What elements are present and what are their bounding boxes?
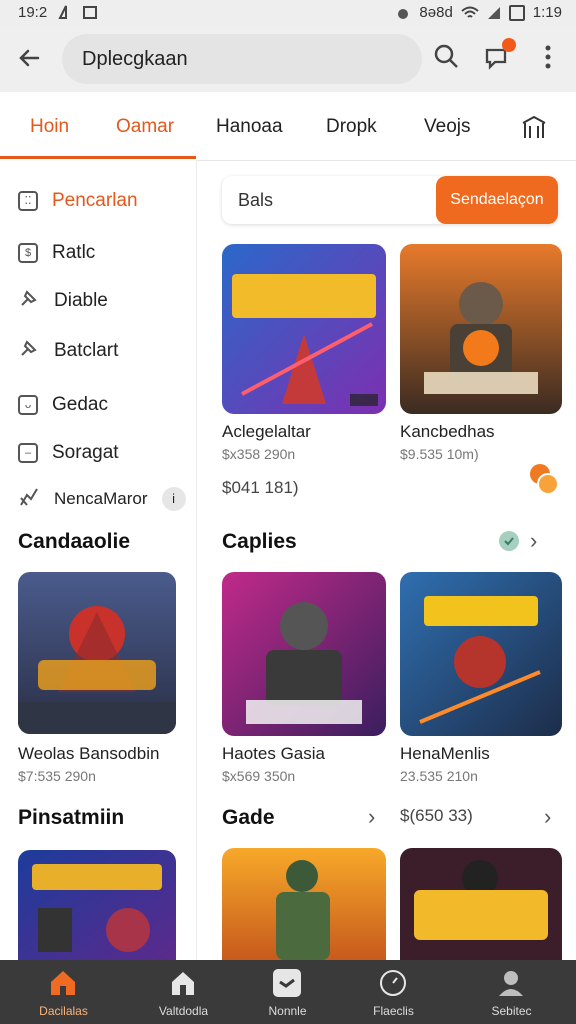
nav-item-friends[interactable]: Flaeclis bbox=[336, 960, 451, 1024]
sidebar-item-pencarlan[interactable]: ⁚⁚ Pencarlan bbox=[18, 186, 138, 216]
gade-price: $(650 33) bbox=[400, 806, 473, 825]
search-placeholder: Bals bbox=[238, 190, 274, 210]
section-title-candaaolie: Candaaolie bbox=[18, 530, 131, 553]
status-time: 19:2 bbox=[18, 4, 48, 21]
status-clock: 1:19 bbox=[532, 4, 562, 21]
game-thumbnail-card4[interactable] bbox=[400, 572, 562, 736]
sidebar-item-label: Pencarlan bbox=[52, 190, 138, 211]
status-network-text: 8ə8d bbox=[419, 4, 453, 21]
notification-icons bbox=[58, 4, 98, 24]
chevron-right-icon[interactable]: › bbox=[530, 528, 537, 554]
game-price: $7:535 290n bbox=[18, 768, 96, 784]
nav-label: Nonnle bbox=[268, 1004, 307, 1018]
tab-veojs[interactable]: Veojs bbox=[424, 116, 470, 138]
notification-bell-icon[interactable] bbox=[480, 38, 516, 74]
search-text: Dplecgkaan bbox=[82, 48, 188, 70]
back-arrow-icon[interactable] bbox=[16, 44, 44, 72]
sidebar-item-label: NencaMaror bbox=[54, 489, 148, 508]
tab-dropk[interactable]: Dropk bbox=[326, 116, 377, 138]
nav-item-home[interactable]: Dacilalas bbox=[6, 960, 121, 1024]
tag-icon: $ bbox=[18, 243, 38, 263]
sidebar-item-label: Diable bbox=[54, 290, 108, 311]
sidebar-item-soragat[interactable]: – Soragat bbox=[18, 438, 119, 468]
section-title-caplies: Caplies bbox=[222, 530, 297, 553]
sidebar: ⁚⁚ Pencarlan $ Ratlc Diable Batclart ᴗ G… bbox=[0, 160, 197, 960]
coin-icon bbox=[528, 462, 560, 501]
sidebar-item-diable[interactable]: Diable bbox=[18, 286, 108, 316]
signal-icon bbox=[487, 6, 500, 19]
card-subtitle: $x569 350n bbox=[222, 768, 296, 784]
card-price: $041 181) bbox=[222, 478, 299, 497]
search-icon[interactable] bbox=[430, 40, 464, 74]
card-subtitle: $x358 290n bbox=[222, 446, 296, 462]
bottom-navigation: Dacilalas Valtdodla Nonnle Flaeclis Sebi… bbox=[0, 960, 576, 1024]
game-thumbnail-card6[interactable] bbox=[400, 848, 562, 960]
card-title: Haotes Gasia bbox=[222, 744, 325, 763]
sidebar-item-batclart[interactable]: Batclart bbox=[18, 336, 118, 366]
tab-oamar[interactable]: Oamar bbox=[116, 116, 174, 138]
app-bar: Dplecgkaan bbox=[0, 26, 576, 92]
sidebar-item-label: Ratlc bbox=[52, 242, 96, 263]
sidebar-item-gedac[interactable]: ᴗ Gedac bbox=[18, 390, 108, 420]
nav-label: Valtdodla bbox=[158, 1004, 209, 1018]
building-icon bbox=[168, 968, 198, 998]
game-thumbnail-card1[interactable] bbox=[222, 244, 386, 414]
nav-item-profile[interactable]: Sebitec bbox=[454, 960, 569, 1024]
nav-item-library[interactable]: Valtdodla bbox=[126, 960, 241, 1024]
bug-icon bbox=[398, 8, 409, 19]
profile-icon bbox=[496, 968, 526, 998]
chevron-right-icon[interactable]: › bbox=[368, 804, 375, 830]
card-subtitle: $9.535 10m) bbox=[400, 446, 479, 462]
info-icon[interactable]: i bbox=[161, 487, 186, 511]
card-subtitle: 23.535 210n bbox=[400, 768, 478, 784]
tab-hanoaa[interactable]: Hanoaa bbox=[216, 116, 283, 138]
tab-bar: Hoin Oamar Hanoaa Dropk Veojs bbox=[0, 92, 576, 161]
battery-icon bbox=[508, 4, 525, 21]
notification-badge bbox=[502, 38, 516, 52]
wifi-icon bbox=[461, 6, 479, 18]
game-thumbnail-anker-eadas[interactable] bbox=[18, 572, 176, 734]
chevron-right-icon[interactable]: › bbox=[544, 804, 551, 830]
nav-label: Sebitec bbox=[491, 1004, 532, 1018]
nav-label: Dacilalas bbox=[39, 1004, 88, 1018]
section-title-pinsatmiin: Pinsatmiin bbox=[18, 806, 125, 829]
nav-label: Flaeclis bbox=[373, 1004, 414, 1018]
main-search-field[interactable]: Bals Sendaelaçon bbox=[222, 176, 558, 224]
bolt-icon bbox=[18, 486, 40, 513]
card-title: HenaMenlis bbox=[400, 744, 490, 763]
face-icon: ᴗ bbox=[18, 395, 38, 415]
card-title: Kancbedhas bbox=[400, 422, 495, 441]
search-button[interactable]: Sendaelaçon bbox=[436, 176, 558, 224]
more-options-icon[interactable] bbox=[532, 40, 566, 74]
card-title: Aclegelaltar bbox=[222, 422, 311, 441]
check-icon[interactable] bbox=[498, 530, 520, 557]
home-icon bbox=[48, 968, 78, 998]
game-thumbnail-card3[interactable] bbox=[222, 572, 386, 736]
clock-icon bbox=[378, 968, 408, 998]
nav-item-games[interactable]: Nonnle bbox=[230, 960, 345, 1024]
sidebar-item-ratlc[interactable]: $ Ratlc bbox=[18, 238, 95, 268]
active-tab-underline bbox=[0, 156, 196, 159]
sidebar-item-label: Gedac bbox=[52, 394, 108, 415]
status-right: 8ə8d 1:19 bbox=[395, 4, 562, 21]
game-thumbnail-mekuaic[interactable] bbox=[18, 850, 176, 960]
sidebar-item-nencamaror[interactable]: NencaMaror i bbox=[18, 484, 186, 514]
sidebar-item-label: Soragat bbox=[52, 442, 119, 463]
game-thumbnail-card5[interactable] bbox=[222, 848, 386, 960]
grid-icon: ⁚⁚ bbox=[18, 191, 38, 211]
game-title: Weolas Bansodbin bbox=[18, 744, 160, 763]
notification-icon bbox=[58, 5, 97, 19]
section-title-gade: Gade bbox=[222, 806, 275, 829]
gamepad-icon bbox=[272, 968, 302, 998]
minus-box-icon: – bbox=[18, 443, 38, 463]
sidebar-item-label: Batclart bbox=[54, 340, 119, 361]
pin-icon bbox=[18, 287, 40, 315]
tab-hoin[interactable]: Hoin bbox=[30, 116, 69, 138]
status-bar: 19:2 8ə8d 1:19 bbox=[0, 0, 576, 26]
search-bar[interactable]: Dplecgkaan bbox=[62, 34, 422, 84]
store-icon[interactable] bbox=[520, 114, 548, 145]
pin-icon bbox=[18, 337, 40, 365]
game-thumbnail-card2[interactable] bbox=[400, 244, 562, 414]
